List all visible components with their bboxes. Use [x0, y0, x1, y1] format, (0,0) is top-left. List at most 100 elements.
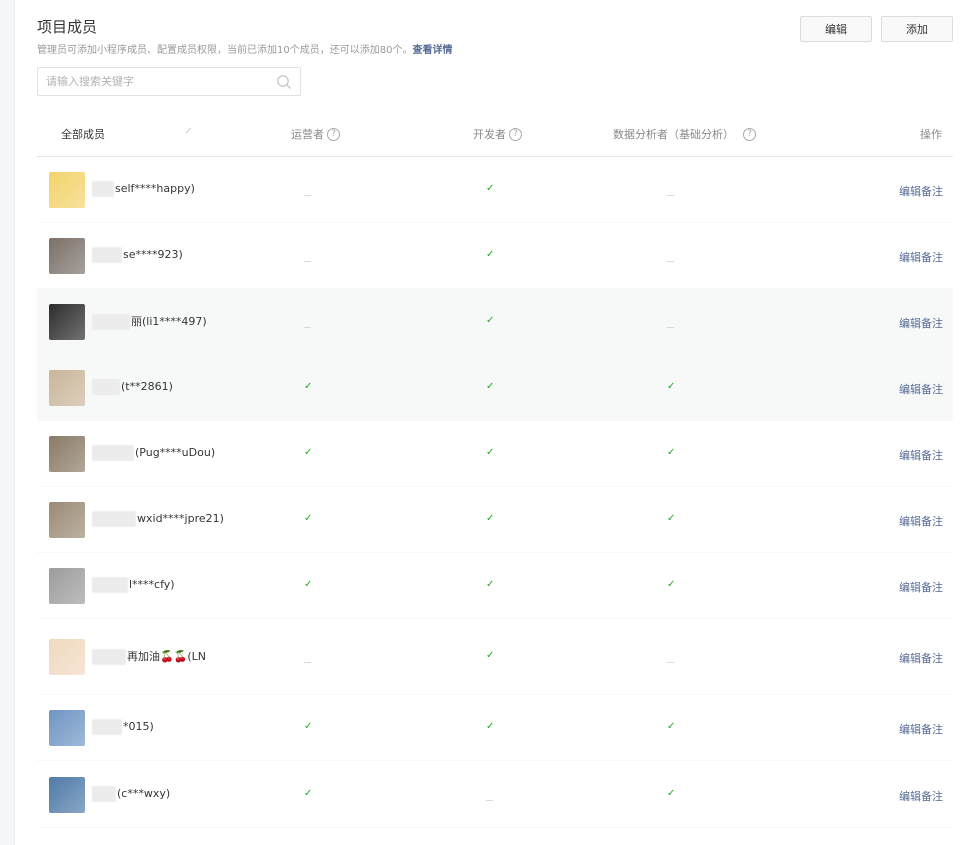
developer-permission-cell: ✓	[486, 379, 494, 392]
person-back-avatar	[49, 238, 85, 274]
data-analyst-help-icon[interactable]: ?	[743, 127, 756, 141]
check-icon: ✓	[667, 721, 676, 732]
data-permission-cell: ✓	[667, 577, 675, 590]
filter-all-members[interactable]: 全部成员	[61, 126, 192, 142]
member-name: l****cfy)	[92, 577, 175, 593]
check-icon: ✓	[486, 315, 495, 326]
edit-button[interactable]: 编辑	[800, 16, 872, 42]
table-row: 丽(li1****497) ✓ 编辑备注	[37, 289, 953, 355]
person-photo-avatar	[49, 502, 85, 538]
table-row: (Pug****uDou) ✓ ✓ ✓ 编辑备注	[37, 421, 953, 487]
edit-remark-link[interactable]: 编辑备注	[899, 183, 943, 199]
dash-icon	[486, 800, 493, 801]
table-row: 再加油🍒🍒(LN ✓ 编辑备注	[37, 619, 953, 695]
dash-icon	[304, 327, 311, 328]
rabbit-cartoon-avatar	[49, 172, 85, 208]
table-row: se****923) ✓ 编辑备注	[37, 223, 953, 289]
column-developer-header: 开发者 ?	[473, 126, 522, 142]
operator-help-icon[interactable]: ?	[327, 127, 340, 141]
member-name: (Pug****uDou)	[92, 445, 215, 461]
redacted-name-block	[92, 511, 136, 527]
redacted-name-block	[92, 247, 122, 263]
operator-permission-cell: ✓	[304, 577, 312, 590]
sea-landscape-avatar	[49, 777, 85, 813]
member-name-text: se****923)	[123, 248, 183, 261]
developer-permission-cell: ✓	[486, 313, 494, 326]
data-permission-cell	[667, 318, 674, 331]
dash-icon	[667, 261, 674, 262]
members-table-body: self****happy) ✓ 编辑备注 se****923) ✓ 编辑备注 丽(li1*…	[37, 157, 953, 828]
dash-icon	[304, 195, 311, 196]
check-icon: ✓	[667, 447, 676, 458]
check-icon: ✓	[667, 788, 676, 799]
column-operator-header: 运营者 ?	[291, 126, 340, 142]
dash-icon	[667, 195, 674, 196]
developer-help-icon[interactable]: ?	[509, 127, 522, 141]
check-icon: ✓	[304, 513, 313, 524]
data-permission-cell: ✓	[667, 511, 675, 524]
developer-permission-cell	[486, 791, 493, 804]
room-photo-avatar	[49, 436, 85, 472]
dog-avatar	[49, 370, 85, 406]
column-data-analyst: 数据分析者（基础分析）	[613, 128, 734, 141]
operator-permission-cell: ✓	[304, 379, 312, 392]
column-developer: 开发者	[473, 128, 506, 141]
column-action-header: 操作	[920, 126, 942, 142]
dash-icon	[304, 662, 311, 663]
check-icon: ✓	[667, 381, 676, 392]
search-icon[interactable]	[276, 74, 292, 90]
redacted-name-block	[92, 445, 134, 461]
edit-remark-link[interactable]: 编辑备注	[899, 381, 943, 397]
operator-permission-cell	[304, 653, 311, 666]
table-row: l****cfy) ✓ ✓ ✓ 编辑备注	[37, 553, 953, 619]
member-name: se****923)	[92, 247, 183, 263]
check-icon: ✓	[486, 650, 495, 661]
sky-flag-avatar	[49, 710, 85, 746]
check-icon: ✓	[304, 788, 313, 799]
column-action: 操作	[920, 128, 942, 141]
edit-remark-link[interactable]: 编辑备注	[899, 513, 943, 529]
member-name-text: 再加油🍒🍒(LN	[127, 650, 207, 663]
page-title: 项目成员	[37, 18, 98, 36]
developer-permission-cell: ✓	[486, 511, 494, 524]
add-button[interactable]: 添加	[881, 16, 953, 42]
operator-permission-cell: ✓	[304, 511, 312, 524]
check-icon: ✓	[486, 183, 495, 194]
column-all-members: 全部成员	[61, 128, 105, 141]
girl-cartoon-avatar	[49, 639, 85, 675]
edit-remark-link[interactable]: 编辑备注	[899, 721, 943, 737]
edit-remark-link[interactable]: 编辑备注	[899, 650, 943, 666]
member-name-text: (c***wxy)	[117, 787, 171, 800]
edit-remark-link[interactable]: 编辑备注	[899, 579, 943, 595]
edit-remark-link[interactable]: 编辑备注	[899, 249, 943, 265]
member-name-text: *015)	[123, 720, 154, 733]
redacted-name-block	[92, 577, 128, 593]
page-description: 管理员可添加小程序成员、配置成员权限，当前已添加10个成员，还可以添加80个。查…	[37, 41, 452, 56]
check-icon: ✓	[304, 579, 313, 590]
member-name-text: 丽(li1****497)	[131, 315, 207, 328]
search-input[interactable]	[38, 68, 263, 95]
view-details-link[interactable]: 查看详情	[412, 45, 452, 56]
column-operator: 运营者	[291, 128, 324, 141]
data-permission-cell: ✓	[667, 379, 675, 392]
redacted-name-block	[92, 719, 122, 735]
edit-remark-link[interactable]: 编辑备注	[899, 788, 943, 804]
member-name: self****happy)	[92, 181, 195, 197]
check-icon: ✓	[304, 721, 313, 732]
data-permission-cell: ✓	[667, 445, 675, 458]
developer-permission-cell: ✓	[486, 181, 494, 194]
developer-permission-cell: ✓	[486, 648, 494, 661]
search-box	[37, 67, 301, 96]
redacted-name-block	[92, 181, 114, 197]
dash-icon	[667, 327, 674, 328]
operator-permission-cell	[304, 318, 311, 331]
data-permission-cell: ✓	[667, 786, 675, 799]
table-row: *015) ✓ ✓ ✓ 编辑备注	[37, 695, 953, 761]
sort-icon	[185, 127, 192, 134]
edit-remark-link[interactable]: 编辑备注	[899, 447, 943, 463]
member-name-text: (Pug****uDou)	[135, 446, 216, 459]
edit-remark-link[interactable]: 编辑备注	[899, 315, 943, 331]
check-icon: ✓	[486, 513, 495, 524]
check-icon: ✓	[486, 721, 495, 732]
developer-permission-cell: ✓	[486, 445, 494, 458]
